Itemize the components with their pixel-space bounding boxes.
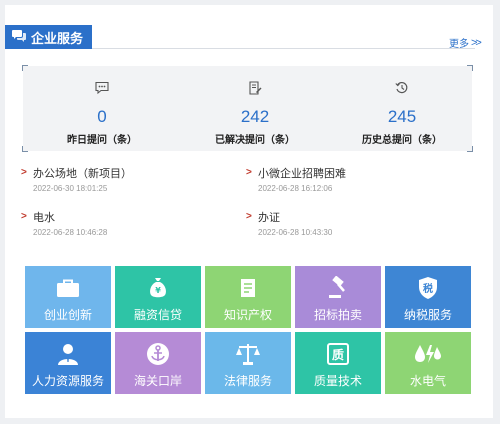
stat-resolved: 242 已解决提问（条） [180, 66, 330, 151]
tax-shield-icon: 税 [416, 276, 440, 300]
money-bag-icon: ¥ [146, 276, 170, 300]
stat-history: 245 历史总提问（条） [327, 66, 477, 151]
gavel-icon [326, 276, 350, 300]
news-date: 2022-06-28 16:12:06 [258, 184, 333, 193]
chevron-right-icon: > [246, 211, 252, 222]
service-label: 质量技术 [313, 374, 362, 388]
document-edit-icon [247, 81, 263, 100]
history-icon [394, 81, 410, 100]
service-label: 海关口岸 [133, 374, 182, 388]
news-date: 2022-06-30 18:01:25 [33, 184, 108, 193]
service-tile-financing[interactable]: ¥ 融资信贷 [115, 266, 201, 328]
chevron-right-icon: > [21, 211, 27, 222]
header-divider [92, 48, 475, 49]
news-date: 2022-06-28 10:46:28 [33, 228, 108, 237]
news-item[interactable]: > 电水 2022-06-28 10:46:28 [21, 209, 221, 249]
anchor-icon [146, 342, 170, 366]
service-tile-legal[interactable]: 法律服务 [205, 332, 291, 394]
stat-label: 已解决提问（条） [215, 135, 295, 146]
service-tile-quality[interactable]: 质 质量技术 [295, 332, 381, 394]
briefcase-icon [56, 276, 80, 300]
more-link[interactable]: 更多 >> [449, 35, 482, 51]
scales-icon [235, 342, 261, 366]
stat-value: 245 [387, 107, 417, 126]
service-tile-customs[interactable]: 海关口岸 [115, 332, 201, 394]
service-label: 知识产权 [223, 308, 272, 322]
enterprise-service-panel: 企业服务 更多 >> 0 昨日提问（条） 242 已解决提问（条） 245 历史… [5, 5, 493, 418]
panel-title-tab: 企业服务 [5, 25, 92, 49]
news-title[interactable]: 办证 [258, 209, 280, 225]
service-tile-hr[interactable]: 人力资源服务 [25, 332, 111, 394]
news-title[interactable]: 小微企业招聘困难 [258, 165, 346, 181]
svg-text:¥: ¥ [155, 286, 161, 295]
news-item[interactable]: > 办公场地（新项目） 2022-06-30 18:01:25 [21, 165, 221, 205]
chat-icon [94, 81, 110, 100]
chevron-right-icon: > [21, 167, 27, 178]
double-chevron-right-icon: >> [471, 36, 482, 49]
service-label: 纳税服务 [403, 308, 452, 322]
svg-text:质: 质 [332, 347, 344, 362]
news-item[interactable]: > 小微企业招聘困难 2022-06-28 16:12:06 [246, 165, 446, 205]
service-label: 人力资源服务 [31, 374, 104, 388]
service-tile-utilities[interactable]: 水电气 [385, 332, 471, 394]
service-tile-tax[interactable]: 税 纳税服务 [385, 266, 471, 328]
panel-header: 企业服务 更多 >> [5, 5, 493, 50]
news-title[interactable]: 电水 [33, 209, 55, 225]
news-date: 2022-06-28 10:43:30 [258, 228, 333, 237]
service-tile-ip[interactable]: 知识产权 [205, 266, 291, 328]
service-label: 融资信贷 [133, 308, 182, 322]
stat-label: 昨日提问（条） [67, 135, 137, 146]
panel-title: 企业服务 [31, 30, 84, 46]
book-icon [237, 276, 259, 300]
person-icon [56, 342, 80, 366]
service-label: 招标拍卖 [313, 308, 362, 322]
stat-value: 0 [97, 107, 107, 126]
quality-icon: 质 [326, 342, 350, 366]
news-item[interactable]: > 办证 2022-06-28 10:43:30 [246, 209, 446, 249]
utilities-icon [414, 342, 442, 366]
stat-label: 历史总提问（条） [362, 135, 442, 146]
stat-yesterday: 0 昨日提问（条） [27, 66, 177, 151]
news-title[interactable]: 办公场地（新项目） [33, 165, 132, 181]
chat-bubble-icon [11, 29, 31, 46]
service-label: 水电气 [409, 374, 446, 388]
service-label: 法律服务 [223, 374, 272, 388]
service-label: 创业创新 [43, 308, 92, 322]
stat-value: 242 [240, 107, 270, 126]
chevron-right-icon: > [246, 167, 252, 178]
service-tile-startup[interactable]: 创业创新 [25, 266, 111, 328]
svg-text:税: 税 [423, 282, 433, 295]
more-label: 更多 [449, 39, 469, 50]
service-tile-bidding[interactable]: 招标拍卖 [295, 266, 381, 328]
stats-summary: 0 昨日提问（条） 242 已解决提问（条） 245 历史总提问（条） [22, 65, 473, 152]
